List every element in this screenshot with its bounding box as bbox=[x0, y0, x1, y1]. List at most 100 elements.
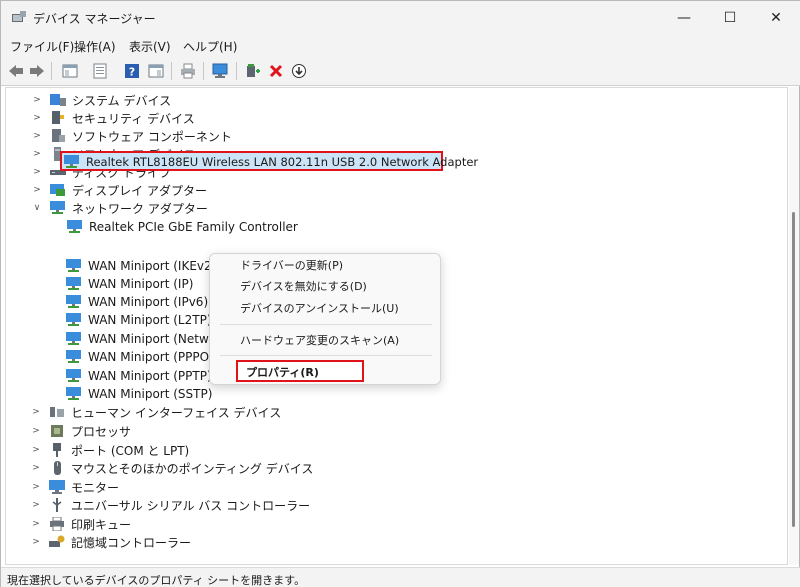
port-icon bbox=[53, 443, 61, 457]
tree-item-network-adapter[interactable]: WAN Miniport (IPv6) bbox=[66, 293, 208, 311]
update-driver-icon[interactable] bbox=[244, 62, 262, 80]
tree-label: ポート (COM と LPT) bbox=[71, 443, 190, 458]
menu-view[interactable]: 表示(V) bbox=[129, 38, 171, 55]
tree-category-print-queues[interactable]: > 印刷キュー bbox=[31, 515, 131, 533]
tree-label: WAN Miniport (IKEv2) bbox=[88, 259, 217, 273]
tree-item-network-adapter[interactable]: WAN Miniport (Networ bbox=[66, 330, 221, 348]
network-adapter-icon bbox=[50, 201, 65, 214]
tree-label: WAN Miniport (IP) bbox=[88, 277, 194, 291]
tree-label: WAN Miniport (Networ bbox=[88, 332, 222, 346]
tree-category-monitors[interactable]: > モニター bbox=[31, 478, 119, 496]
tree-item-network-adapter[interactable]: Realtek RTL8188EU Wireless LAN 802.11n U… bbox=[64, 153, 478, 171]
tree-item-network-adapter[interactable]: Realtek PCIe GbE Family Controller bbox=[67, 218, 298, 236]
network-adapter-icon bbox=[66, 277, 81, 290]
tree-category-ports[interactable]: > ポート (COM と LPT) bbox=[31, 441, 189, 459]
menu-help[interactable]: ヘルプ(H) bbox=[183, 38, 237, 55]
toolbar-separator bbox=[236, 62, 237, 80]
context-disable-device[interactable]: デバイスを無効にする(D) bbox=[240, 277, 367, 295]
vertical-scrollbar[interactable] bbox=[789, 87, 799, 565]
tree-label: ディスプレイ アダプター bbox=[72, 183, 207, 198]
chevron-right-icon[interactable]: > bbox=[32, 113, 42, 123]
tree-category-storage-controllers[interactable]: > 記憶域コントローラー bbox=[31, 533, 191, 551]
chevron-right-icon[interactable]: > bbox=[31, 426, 41, 436]
chevron-right-icon[interactable]: > bbox=[31, 482, 41, 492]
scrollbar-thumb[interactable] bbox=[792, 212, 795, 527]
network-adapter-icon bbox=[66, 369, 81, 382]
context-properties[interactable]: プロパティ(R) bbox=[246, 364, 319, 380]
tree-label: ユニバーサル シリアル バス コントローラー bbox=[71, 498, 311, 513]
tree-label: WAN Miniport (SSTP) bbox=[88, 387, 213, 401]
tree-category-usb-controllers[interactable]: > ユニバーサル シリアル バス コントローラー bbox=[31, 496, 310, 514]
back-arrow-icon[interactable] bbox=[7, 62, 25, 80]
device-manager-window: デバイス マネージャー — ☐ ✕ ファイル(F) 操作(A) 表示(V) ヘル… bbox=[0, 0, 800, 587]
close-button[interactable]: ✕ bbox=[753, 1, 799, 34]
help-icon[interactable]: ? bbox=[123, 62, 141, 80]
processor-icon bbox=[51, 425, 63, 437]
chevron-down-icon[interactable]: ∨ bbox=[32, 203, 42, 213]
tree-category-mice[interactable]: > マウスとそのほかのポインティング デバイス bbox=[31, 459, 313, 477]
print-icon[interactable] bbox=[179, 62, 197, 80]
security-device-icon bbox=[52, 111, 64, 124]
tree-category-display-adapters[interactable]: > ディスプレイ アダプター bbox=[32, 181, 207, 199]
properties-page-icon[interactable] bbox=[91, 62, 109, 80]
tree-category-network-adapters[interactable]: ∨ ネットワーク アダプター bbox=[32, 199, 208, 217]
menu-file[interactable]: ファイル(F) bbox=[10, 38, 74, 55]
toolbar-separator bbox=[51, 62, 52, 80]
tree-item-network-adapter[interactable]: WAN Miniport (IP) bbox=[66, 275, 193, 293]
chevron-right-icon[interactable]: > bbox=[31, 445, 41, 455]
toolbar: ? bbox=[1, 56, 800, 86]
chevron-right-icon[interactable]: > bbox=[31, 500, 41, 510]
tree-category-system-devices[interactable]: > システム デバイス bbox=[32, 91, 171, 109]
context-properties-highlight[interactable]: プロパティ(R) bbox=[236, 360, 364, 382]
forward-arrow-icon[interactable] bbox=[28, 62, 46, 80]
network-adapter-icon bbox=[66, 313, 81, 326]
system-devices-icon bbox=[50, 94, 66, 106]
tree-item-network-adapter[interactable]: WAN Miniport (SSTP) bbox=[66, 385, 212, 403]
chevron-right-icon[interactable]: > bbox=[31, 407, 41, 417]
selected-device-row[interactable]: Realtek RTL8188EU Wireless LAN 802.11n U… bbox=[60, 151, 478, 171]
uninstall-device-icon[interactable] bbox=[267, 62, 285, 80]
maximize-button[interactable]: ☐ bbox=[707, 1, 753, 34]
tree-item-network-adapter[interactable]: WAN Miniport (L2TP) bbox=[66, 311, 212, 329]
chevron-right-icon[interactable]: > bbox=[31, 537, 41, 547]
context-uninstall-device[interactable]: デバイスのアンインストール(U) bbox=[240, 299, 399, 317]
tree-label: ソフトウェア コンポーネント bbox=[72, 129, 232, 144]
tree-item-network-adapter[interactable]: WAN Miniport (PPTP) bbox=[66, 367, 212, 385]
device-manager-icon bbox=[12, 11, 26, 22]
view-console-icon[interactable] bbox=[147, 62, 165, 80]
tree-category-software-components[interactable]: > ソフトウェア コンポーネント bbox=[32, 127, 232, 145]
menu-action[interactable]: 操作(A) bbox=[74, 38, 116, 55]
chevron-right-icon[interactable]: > bbox=[32, 167, 42, 177]
tree-category-processors[interactable]: > プロセッサ bbox=[31, 422, 131, 440]
minimize-button[interactable]: — bbox=[661, 1, 707, 34]
context-separator bbox=[220, 355, 432, 356]
tree-label: WAN Miniport (PPPOE) bbox=[88, 350, 222, 364]
monitor-icon bbox=[49, 480, 65, 494]
tree-label: WAN Miniport (IPv6) bbox=[88, 295, 209, 309]
tree-label: プロセッサ bbox=[71, 424, 132, 439]
chevron-right-icon[interactable]: > bbox=[32, 131, 42, 141]
tree-item-network-adapter[interactable]: WAN Miniport (PPPOE) bbox=[66, 348, 221, 366]
chevron-right-icon[interactable]: > bbox=[31, 519, 41, 529]
tree-label: WAN Miniport (L2TP) bbox=[88, 313, 212, 327]
status-text: 現在選択しているデバイスのプロパティ シートを開きます。 bbox=[7, 574, 306, 587]
tree-label: セキュリティ デバイス bbox=[72, 111, 195, 126]
show-hide-tree-icon[interactable] bbox=[61, 62, 79, 80]
chevron-right-icon[interactable]: > bbox=[31, 463, 41, 473]
tree-category-security-devices[interactable]: > セキュリティ デバイス bbox=[32, 109, 195, 127]
tree-label: モニター bbox=[71, 480, 120, 495]
chevron-right-icon[interactable]: > bbox=[32, 185, 42, 195]
status-bar: 現在選択しているデバイスのプロパティ シートを開きます。 bbox=[1, 567, 800, 587]
context-scan-hardware[interactable]: ハードウェア変更のスキャン(A) bbox=[240, 331, 399, 349]
scan-hardware-icon[interactable] bbox=[211, 62, 229, 80]
network-adapter-icon bbox=[64, 155, 79, 168]
chevron-right-icon[interactable]: > bbox=[32, 149, 42, 159]
context-update-driver[interactable]: ドライバーの更新(P) bbox=[240, 256, 343, 274]
tree-label: ネットワーク アダプター bbox=[72, 201, 208, 216]
tree-category-hid[interactable]: > ヒューマン インターフェイス デバイス bbox=[31, 403, 281, 421]
tree-item-network-adapter[interactable]: WAN Miniport (IKEv2) bbox=[66, 257, 216, 275]
disable-device-icon[interactable] bbox=[290, 62, 308, 80]
software-component-icon bbox=[52, 129, 65, 142]
tree-label: ヒューマン インターフェイス デバイス bbox=[71, 405, 282, 420]
chevron-right-icon[interactable]: > bbox=[32, 95, 42, 105]
